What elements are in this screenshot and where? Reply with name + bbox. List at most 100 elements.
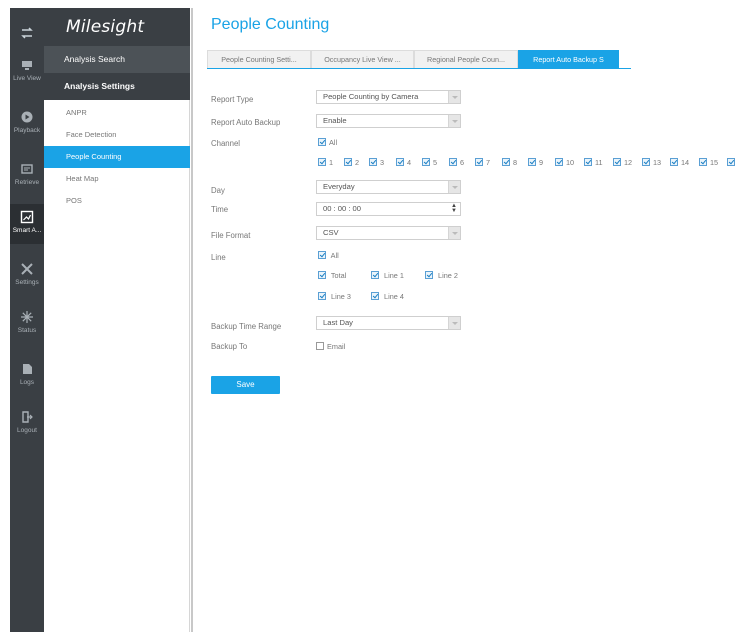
line-4-checkbox[interactable]: Line 4 xyxy=(371,292,404,301)
channel-checkbox[interactable]: 4 xyxy=(396,158,411,167)
line-all-checkbox[interactable]: All xyxy=(318,251,339,260)
secondary-menu: Milesight Analysis Search Analysis Setti… xyxy=(44,8,190,632)
channel-number: 11 xyxy=(595,158,603,167)
file-format-select[interactable]: CSV xyxy=(316,226,461,240)
auto-backup-select[interactable]: Enable xyxy=(316,114,461,128)
checkbox-icon xyxy=(316,342,324,350)
panel-divider xyxy=(191,8,193,632)
file-format-label: File Format xyxy=(211,231,251,240)
menu-item-heat-map[interactable]: Heat Map xyxy=(44,168,190,190)
channel-number: 3 xyxy=(380,158,385,167)
sidebar-item-label: Smart A... xyxy=(12,227,42,234)
logout-icon xyxy=(22,411,33,423)
channel-checkbox[interactable]: 2 xyxy=(344,158,359,167)
channel-checkbox[interactable]: 13 xyxy=(642,158,661,167)
logo-bar: Milesight xyxy=(44,8,190,46)
chevron-down-icon xyxy=(448,227,460,239)
menu-analysis-settings[interactable]: Analysis Settings xyxy=(44,73,190,100)
channel-number: 15 xyxy=(710,158,719,167)
menu-item-pos[interactable]: POS xyxy=(44,190,190,212)
checkbox-icon xyxy=(528,158,536,166)
channel-checkbox[interactable]: 8 xyxy=(502,158,517,167)
menu-analysis-search[interactable]: Analysis Search xyxy=(44,46,190,73)
channel-checkbox[interactable]: 11 xyxy=(584,158,603,167)
channel-number: 7 xyxy=(486,158,491,167)
channel-checkbox[interactable]: 15 xyxy=(699,158,718,167)
channel-checkbox[interactable]: 16 xyxy=(727,158,736,167)
checkbox-icon xyxy=(344,158,352,166)
brand-logo: Milesight xyxy=(66,17,145,37)
line-1-checkbox[interactable]: Line 1 xyxy=(371,271,404,280)
backup-to-label: Backup To xyxy=(211,342,248,351)
menu-icon xyxy=(21,27,33,39)
checkbox-icon xyxy=(449,158,457,166)
channel-checkbox[interactable]: 9 xyxy=(528,158,543,167)
menu-toggle-button[interactable] xyxy=(10,14,44,48)
checkbox-icon xyxy=(699,158,707,166)
tab-occupancy-live-view[interactable]: Occupancy Live View ... xyxy=(311,50,414,68)
save-button[interactable]: Save xyxy=(211,376,280,394)
time-value: 00 : 00 : 00 xyxy=(323,204,361,213)
line-2-checkbox[interactable]: Line 2 xyxy=(425,271,458,280)
live-view-icon xyxy=(22,61,32,70)
auto-backup-value: Enable xyxy=(323,116,347,125)
backup-email-checkbox[interactable]: Email xyxy=(316,342,345,351)
sidebar-item-live-view[interactable]: Live View xyxy=(10,52,44,92)
sidebar-item-logout[interactable]: Logout xyxy=(10,404,44,444)
channel-all-checkbox[interactable]: All xyxy=(318,138,337,147)
time-input[interactable]: 00 : 00 : 00 ▲ ▼ xyxy=(316,202,461,216)
channel-number: 5 xyxy=(433,158,438,167)
sidebar-item-playback[interactable]: Playback xyxy=(10,104,44,144)
line-4-label: Line 4 xyxy=(384,292,404,301)
channel-number: 9 xyxy=(539,158,544,167)
day-select[interactable]: Everyday xyxy=(316,180,461,194)
file-format-value: CSV xyxy=(323,228,339,237)
chevron-down-icon xyxy=(448,115,460,127)
settings-icon xyxy=(21,263,33,275)
channel-checkbox[interactable]: 14 xyxy=(670,158,689,167)
channel-checkbox[interactable]: 12 xyxy=(613,158,632,167)
channel-label: Channel xyxy=(211,139,241,148)
sidebar-item-label: Live View xyxy=(13,75,41,82)
channel-checkbox[interactable]: 5 xyxy=(422,158,437,167)
menu-item-face-detection[interactable]: Face Detection xyxy=(44,124,190,146)
channel-number: 2 xyxy=(355,158,360,167)
tab-regional-people-counting[interactable]: Regional People Coun... xyxy=(414,50,518,68)
sidebar-item-settings[interactable]: Settings xyxy=(10,256,44,296)
backup-range-select[interactable]: Last Day xyxy=(316,316,461,330)
sidebar-item-label: Settings xyxy=(15,279,39,286)
channel-number: 1 xyxy=(329,158,334,167)
checkbox-icon xyxy=(396,158,404,166)
logs-icon xyxy=(23,364,32,374)
channel-all-label: All xyxy=(329,138,338,147)
channel-number: 13 xyxy=(653,158,662,167)
menu-item-anpr[interactable]: ANPR xyxy=(44,102,190,124)
checkbox-icon xyxy=(371,271,379,279)
line-2-label: Line 2 xyxy=(438,271,458,280)
time-label: Time xyxy=(211,205,229,214)
sidebar-item-logs[interactable]: Logs xyxy=(10,356,44,396)
menu-item-people-counting[interactable]: People Counting xyxy=(44,146,190,168)
line-total-checkbox[interactable]: Total xyxy=(318,271,346,280)
sidebar-item-status[interactable]: Status xyxy=(10,304,44,344)
tab-people-counting-settings[interactable]: People Counting Setti... xyxy=(207,50,311,68)
checkbox-icon xyxy=(642,158,650,166)
channel-checkbox[interactable]: 1 xyxy=(318,158,333,167)
checkbox-icon xyxy=(318,251,326,259)
sidebar-item-retrieve[interactable]: Retrieve xyxy=(10,156,44,196)
report-type-label: Report Type xyxy=(211,95,254,104)
checkbox-icon xyxy=(369,158,377,166)
channel-number: 10 xyxy=(566,158,575,167)
channel-checkbox[interactable]: 10 xyxy=(555,158,574,167)
checkbox-icon xyxy=(422,158,430,166)
sidebar-item-smart-analysis[interactable]: Smart A... xyxy=(10,204,44,244)
channel-checkbox[interactable]: 3 xyxy=(369,158,384,167)
line-3-checkbox[interactable]: Line 3 xyxy=(318,292,351,301)
tab-report-auto-backup[interactable]: Report Auto Backup S xyxy=(518,50,619,68)
channel-checkbox[interactable]: 6 xyxy=(449,158,464,167)
line-total-label: Total xyxy=(330,271,347,280)
time-spinner[interactable]: ▲ ▼ xyxy=(450,203,458,214)
report-type-select[interactable]: People Counting by Camera xyxy=(316,90,461,104)
channel-checkbox[interactable]: 7 xyxy=(475,158,490,167)
checkbox-icon xyxy=(613,158,621,166)
